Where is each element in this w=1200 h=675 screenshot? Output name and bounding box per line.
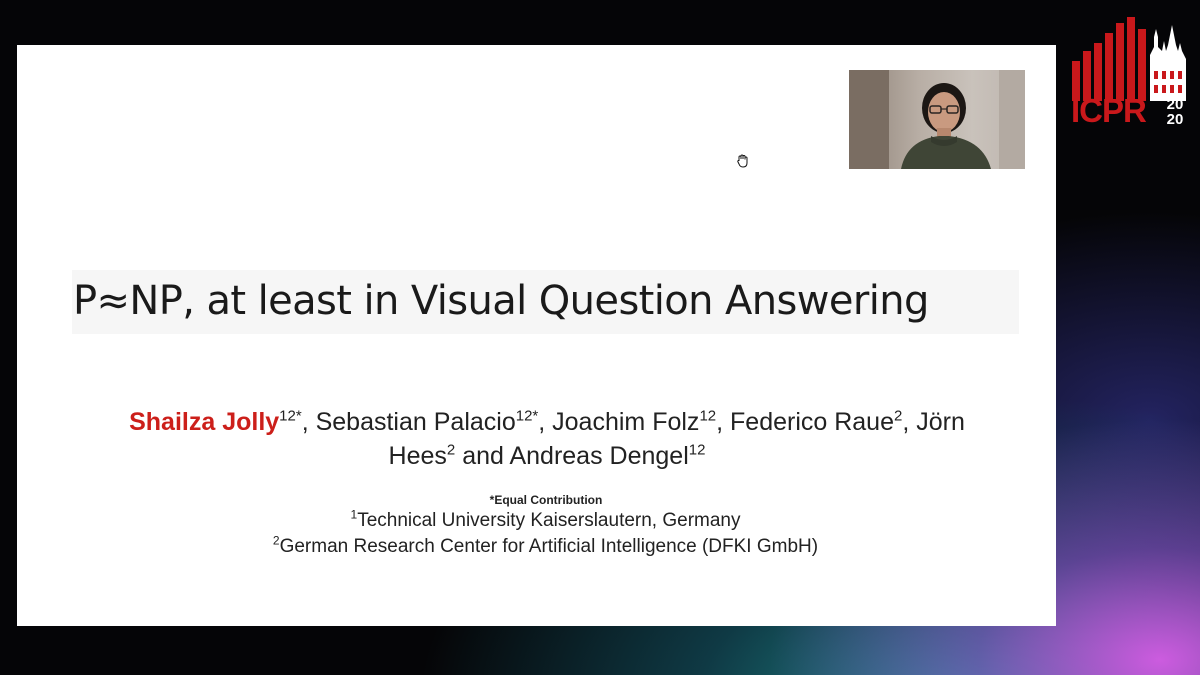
presenter-figure [849, 70, 1025, 169]
author-line-1: Shailza Jolly12*, Sebastian Palacio12*, … [77, 405, 1017, 439]
author-sup: 2 [446, 441, 456, 459]
logo-text: ICPR [1071, 92, 1147, 129]
author-name: , Sebastian Palacio [301, 408, 516, 436]
author-sup: 12* [515, 407, 539, 425]
equal-contribution-note: *Equal Contribution [489, 493, 603, 507]
author-name: and Andreas Dengel [455, 442, 689, 470]
affiliation-text: German Research Center for Artificial In… [279, 536, 819, 557]
author-name: , Jörn [902, 408, 965, 436]
affiliation-1: 1Technical University Kaiserslautern, Ge… [167, 509, 924, 532]
author-list: Shailza Jolly12*, Sebastian Palacio12*, … [77, 405, 1017, 473]
author-line-2: Hees2 and Andreas Dengel12 [77, 439, 1017, 473]
logo-year-top: 20 [1166, 96, 1184, 113]
slide-title: P≈NP, at least in Visual Question Answer… [73, 278, 929, 324]
logo-year-bottom: 20 [1166, 111, 1184, 128]
author-name: , Joachim Folz [538, 408, 700, 436]
author-name: , Federico Raue [716, 408, 894, 436]
author-sup: 12* [279, 407, 302, 425]
affiliation-text: Technical University Kaiserslautern, Ger… [357, 510, 741, 531]
lead-author: Shailza Jolly [129, 408, 280, 436]
hand-grab-cursor-icon [735, 153, 751, 169]
affiliation-sup: 2 [272, 533, 280, 548]
author-name: Hees [388, 442, 447, 470]
logo-year: 20 20 [1162, 97, 1188, 127]
presenter-webcam [849, 70, 1025, 169]
author-sup: 12 [688, 441, 706, 459]
affiliation-2: 2German Research Center for Artificial I… [167, 533, 924, 558]
author-sup: 12 [699, 407, 717, 425]
